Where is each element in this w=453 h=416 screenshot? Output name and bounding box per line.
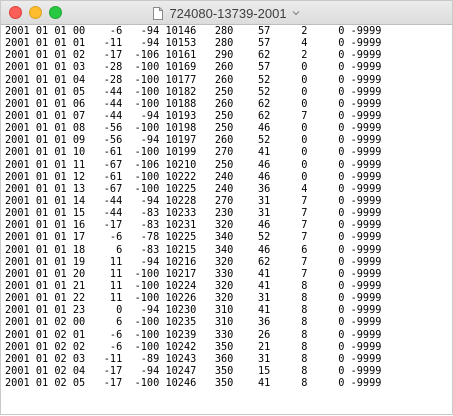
document-icon [153, 6, 164, 20]
text-line: 2001 01 01 12 -61 -100 10222 240 46 0 0 … [5, 170, 382, 183]
text-line: 2001 01 01 02 -17 -106 10161 290 62 2 0 … [5, 49, 382, 62]
text-line: 2001 01 01 16 -17 -83 10231 320 46 7 0 -… [5, 219, 382, 232]
text-editor-window: 724080-13739-2001 2001 01 01 00 -6 -94 1… [0, 0, 453, 415]
text-line: 2001 01 01 01 -11 -94 10153 280 57 4 0 -… [5, 37, 382, 50]
text-line: 2001 01 01 00 -6 -94 10146 280 57 2 0 -9… [5, 25, 382, 37]
text-line: 2001 01 01 03 -28 -100 10169 260 57 0 0 … [5, 61, 382, 74]
text-line: 2001 01 01 21 11 -100 10224 320 41 8 0 -… [5, 279, 382, 292]
text-line: 2001 01 01 08 -56 -100 10198 250 46 0 0 … [5, 122, 382, 135]
text-content-area[interactable]: 2001 01 01 00 -6 -94 10146 280 57 2 0 -9… [1, 25, 452, 416]
text-line: 2001 01 01 22 11 -100 10226 320 31 8 0 -… [5, 292, 382, 305]
text-line: 2001 01 01 14 -44 -94 10228 270 31 7 0 -… [5, 194, 382, 207]
text-line: 2001 01 01 11 -67 -106 10210 250 46 0 0 … [5, 158, 382, 171]
text-line: 2001 01 01 19 11 -94 10216 320 62 7 0 -9… [5, 255, 382, 268]
text-line: 2001 01 01 05 -44 -100 10182 250 52 0 0 … [5, 85, 382, 98]
text-line: 2001 01 01 23 0 -94 10230 310 41 8 0 -99… [5, 304, 382, 317]
window-title: 724080-13739-2001 [169, 5, 287, 21]
text-line: 2001 01 01 17 -6 -78 10225 340 52 7 0 -9… [5, 231, 382, 244]
text-line: 2001 01 01 06 -44 -100 10188 260 62 0 0 … [5, 97, 382, 110]
text-line: 2001 01 01 20 11 -100 10217 330 41 7 0 -… [5, 267, 382, 280]
text-line: 2001 01 01 09 -56 -94 10197 260 52 0 0 -… [5, 134, 382, 147]
text-line: 2001 01 01 13 -67 -100 10225 240 36 4 0 … [5, 182, 382, 195]
chevron-down-icon[interactable] [292, 9, 300, 17]
text-line: 2001 01 01 18 6 -83 10215 340 46 6 0 -99… [5, 243, 382, 256]
text-line: 2001 01 01 04 -28 -100 10177 260 52 0 0 … [5, 73, 382, 86]
text-line: 2001 01 01 10 -61 -100 10199 270 41 0 0 … [5, 146, 382, 159]
text-line: 2001 01 02 05 -17 -100 10246 350 41 8 0 … [5, 377, 382, 390]
text-line: 2001 01 01 15 -44 -83 10233 230 31 7 0 -… [5, 207, 382, 220]
title-wrap: 724080-13739-2001 [1, 1, 452, 25]
text-line: 2001 01 02 02 -6 -100 10242 350 21 8 0 -… [5, 340, 382, 353]
title-bar[interactable]: 724080-13739-2001 [1, 1, 452, 25]
text-line: 2001 01 01 07 -44 -94 10193 250 62 7 0 -… [5, 109, 382, 122]
text-line: 2001 01 02 03 -11 -89 10243 360 31 8 0 -… [5, 352, 382, 365]
text-line: 2001 01 02 00 6 -100 10235 310 36 8 0 -9… [5, 316, 382, 329]
text-line: 2001 01 02 01 -6 -100 10239 330 26 8 0 -… [5, 328, 382, 341]
text-line: 2001 01 02 04 -17 -94 10247 350 15 8 0 -… [5, 364, 382, 377]
